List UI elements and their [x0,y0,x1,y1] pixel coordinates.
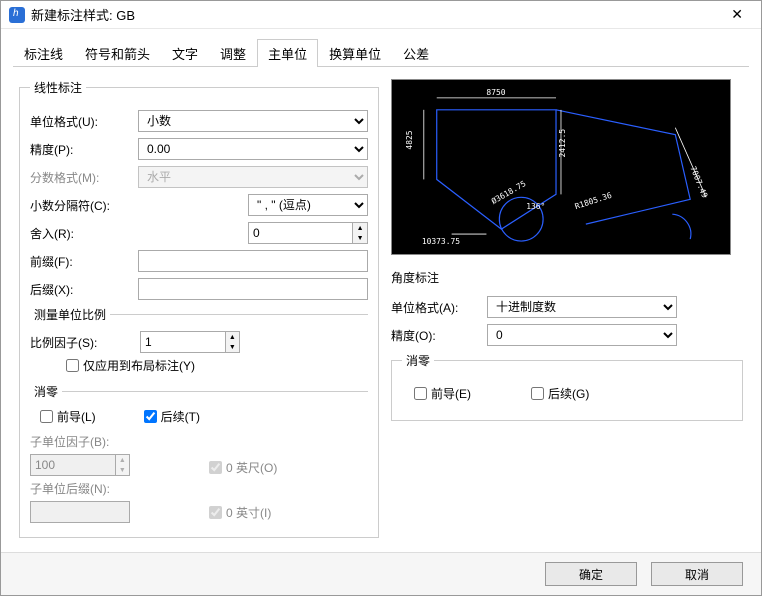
scale-down[interactable]: ▼ [226,342,239,352]
scale-factor-spinner[interactable]: ▲▼ [140,331,240,353]
suffix-input[interactable] [138,278,368,300]
svg-text:7007.49: 7007.49 [688,165,709,200]
angle-heading: 角度标注 [391,269,743,286]
linear-legend: 线性标注 [30,79,86,96]
round-down[interactable]: ▼ [353,233,367,243]
decimal-sep-select[interactable]: " , " (逗点) [248,194,368,216]
preview-svg: 8750 4825 2412.5 R1805.36 10373.75 7007.… [392,80,730,255]
leading-zero-checkbox[interactable]: 前导(L) [40,408,96,425]
cancel-button[interactable]: 取消 [651,562,743,586]
scale-group: 测量单位比例 比例因子(S): ▲▼ 仅应用到布局标注(Y) [30,306,368,375]
app-icon [9,7,25,23]
subunit-factor-spinner: ▲▼ [30,454,130,476]
content-area: 线性标注 单位格式(U): 小数 精度(P): 0.00 [1,67,761,552]
angle-precision-select[interactable]: 0 [487,324,677,346]
subunit-factor-label: 子单位因子(B): [30,433,140,450]
layout-only-checkbox[interactable]: 仅应用到布局标注(Y) [66,357,195,374]
subunit-down: ▼ [116,465,129,475]
tab-dimline[interactable]: 标注线 [13,39,74,67]
tab-text[interactable]: 文字 [161,39,209,67]
svg-text:10373.75: 10373.75 [422,237,460,246]
angle-format-select[interactable]: 十进制度数 [487,296,677,318]
dialog-footer: 确定 取消 [1,552,761,595]
left-column: 线性标注 单位格式(U): 小数 精度(P): 0.00 [19,79,379,544]
tab-alt-units[interactable]: 换算单位 [318,39,392,67]
angle-zero-group: 消零 前导(E) 后续(G) [391,352,743,421]
angle-leading-checkbox[interactable]: 前导(E) [414,385,471,402]
prefix-label: 前缀(F): [30,253,138,270]
inches-checkbox: 0 英寸(I) [209,504,271,521]
tab-symbols[interactable]: 符号和箭头 [74,39,161,67]
angle-zero-legend: 消零 [402,352,434,369]
round-up[interactable]: ▲ [353,223,367,233]
scale-up[interactable]: ▲ [226,332,239,342]
precision-label: 精度(P): [30,141,138,158]
angle-format-label: 单位格式(A): [391,299,487,316]
subunit-factor-input [30,454,115,476]
preview-pane: 8750 4825 2412.5 R1805.36 10373.75 7007.… [391,79,731,255]
scale-factor-input[interactable] [140,331,225,353]
close-icon[interactable]: ✕ [721,2,753,27]
unit-format-select[interactable]: 小数 [138,110,368,132]
unit-format-label: 单位格式(U): [30,113,138,130]
tab-primary-units[interactable]: 主单位 [257,39,318,67]
angle-trailing-checkbox[interactable]: 后续(G) [531,385,589,402]
svg-text:R1805.36: R1805.36 [574,191,613,211]
svg-text:136°: 136° [526,202,545,211]
round-input[interactable] [248,222,352,244]
svg-text:8750: 8750 [486,88,505,97]
precision-select[interactable]: 0.00 [138,138,368,160]
titlebar: 新建标注样式: GB ✕ [1,1,761,29]
dialog-window: 新建标注样式: GB ✕ 标注线 符号和箭头 文字 调整 主单位 换算单位 公差… [0,0,762,596]
tab-fit[interactable]: 调整 [209,39,257,67]
fraction-format-label: 分数格式(M): [30,169,138,186]
tab-tolerance[interactable]: 公差 [392,39,440,67]
suffix-label: 后缀(X): [30,281,138,298]
svg-text:4825: 4825 [405,130,414,149]
zero-legend: 消零 [30,383,62,400]
round-spinner[interactable]: ▲▼ [248,222,368,244]
tab-strip: 标注线 符号和箭头 文字 调整 主单位 换算单位 公差 [1,29,761,67]
subunit-suffix-label: 子单位后缀(N): [30,480,140,497]
subunit-up: ▲ [116,455,129,465]
zero-suppress-group: 消零 前导(L) 后续(T) [30,383,368,527]
feet-checkbox: 0 英尺(O) [209,459,277,476]
round-label: 舍入(R): [30,225,138,242]
prefix-input[interactable] [138,250,368,272]
scale-factor-label: 比例因子(S): [30,334,140,351]
decimal-sep-label: 小数分隔符(C): [30,197,138,214]
subunit-suffix-input [30,501,130,523]
linear-dimension-group: 线性标注 单位格式(U): 小数 精度(P): 0.00 [19,79,379,538]
fraction-format-select: 水平 [138,166,368,188]
trailing-zero-checkbox[interactable]: 后续(T) [144,408,200,425]
svg-text:2412.5: 2412.5 [558,129,567,158]
window-title: 新建标注样式: GB [31,5,721,24]
angle-precision-label: 精度(O): [391,327,487,344]
ok-button[interactable]: 确定 [545,562,637,586]
scale-legend: 测量单位比例 [30,306,110,323]
angle-dimension-section: 角度标注 单位格式(A): 十进制度数 精度(O): 0 消零 [391,269,743,427]
right-column: 8750 4825 2412.5 R1805.36 10373.75 7007.… [391,79,743,544]
